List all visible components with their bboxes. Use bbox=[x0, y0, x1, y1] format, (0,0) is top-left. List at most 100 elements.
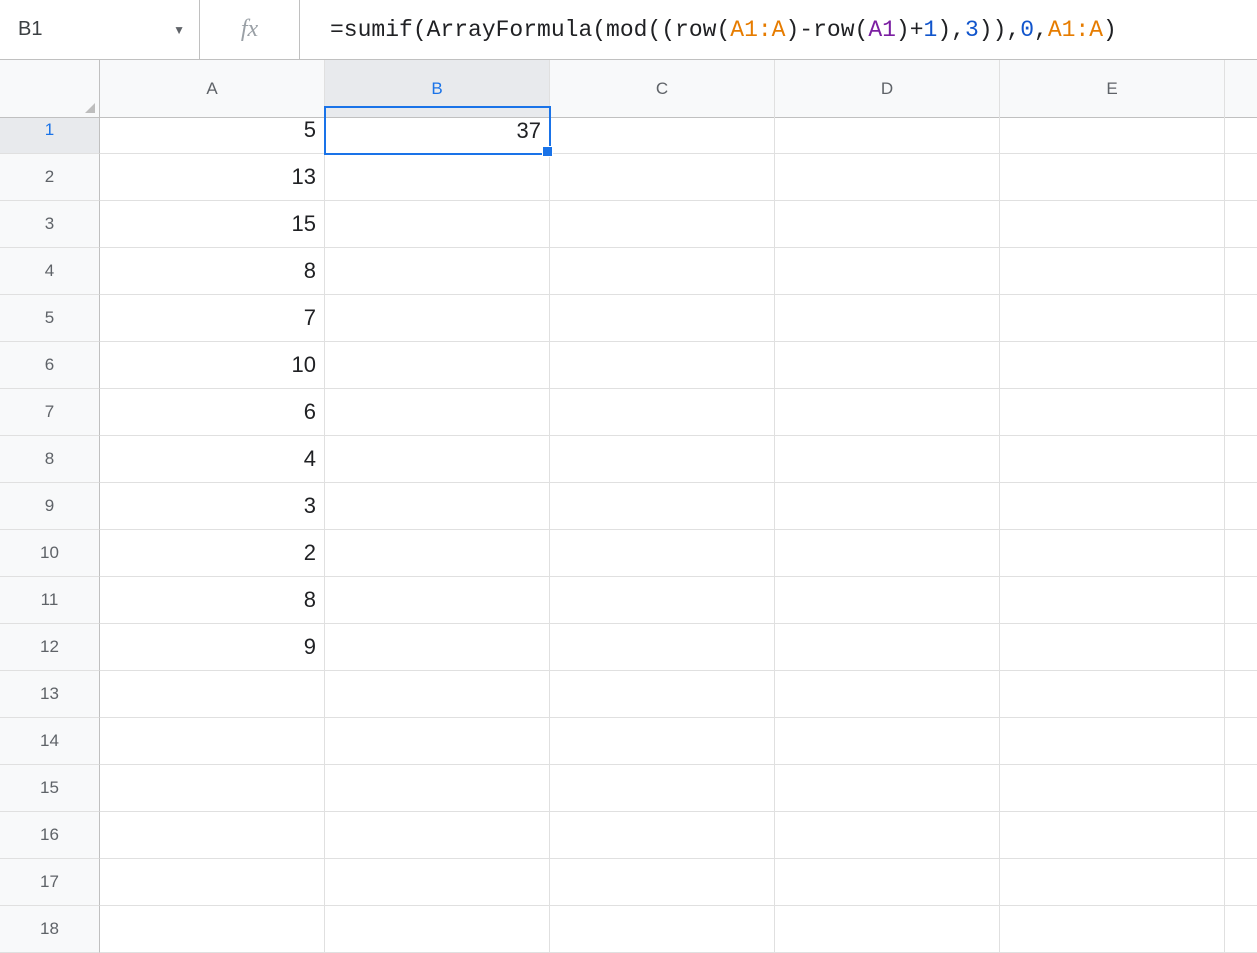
cell-A17[interactable] bbox=[100, 859, 325, 906]
cell-C17[interactable] bbox=[550, 859, 775, 906]
cell-D7[interactable] bbox=[775, 389, 1000, 436]
select-all-corner[interactable] bbox=[0, 60, 100, 118]
cell-A14[interactable] bbox=[100, 718, 325, 765]
cell-D12[interactable] bbox=[775, 624, 1000, 671]
cell-A12[interactable]: 9 bbox=[100, 624, 325, 671]
cell-partial-row-7[interactable] bbox=[1225, 389, 1257, 436]
cell-D18[interactable] bbox=[775, 906, 1000, 953]
cell-A5[interactable]: 7 bbox=[100, 295, 325, 342]
cell-C11[interactable] bbox=[550, 577, 775, 624]
cell-A2[interactable]: 13 bbox=[100, 154, 325, 201]
cell-B1[interactable]: 37 bbox=[324, 106, 551, 155]
cell-C15[interactable] bbox=[550, 765, 775, 812]
cell-A9[interactable]: 3 bbox=[100, 483, 325, 530]
cell-D8[interactable] bbox=[775, 436, 1000, 483]
cell-A11[interactable]: 8 bbox=[100, 577, 325, 624]
cell-E11[interactable] bbox=[1000, 577, 1225, 624]
cell-C16[interactable] bbox=[550, 812, 775, 859]
row-header-9[interactable]: 9 bbox=[0, 483, 100, 530]
cell-B7[interactable] bbox=[325, 389, 550, 436]
row-header-7[interactable]: 7 bbox=[0, 389, 100, 436]
cell-C5[interactable] bbox=[550, 295, 775, 342]
cell-E16[interactable] bbox=[1000, 812, 1225, 859]
cell-C12[interactable] bbox=[550, 624, 775, 671]
cell-partial-row-4[interactable] bbox=[1225, 248, 1257, 295]
cell-B17[interactable] bbox=[325, 859, 550, 906]
cell-B12[interactable] bbox=[325, 624, 550, 671]
cell-E17[interactable] bbox=[1000, 859, 1225, 906]
name-box[interactable]: B1 ▼ bbox=[0, 0, 200, 59]
cell-D6[interactable] bbox=[775, 342, 1000, 389]
cell-C10[interactable] bbox=[550, 530, 775, 577]
row-header-12[interactable]: 12 bbox=[0, 624, 100, 671]
cell-B8[interactable] bbox=[325, 436, 550, 483]
cell-E13[interactable] bbox=[1000, 671, 1225, 718]
formula-input[interactable]: =sumif(ArrayFormula(mod((row(A1:A)-row(A… bbox=[300, 0, 1257, 59]
cell-D9[interactable] bbox=[775, 483, 1000, 530]
cell-C4[interactable] bbox=[550, 248, 775, 295]
cell-E4[interactable] bbox=[1000, 248, 1225, 295]
cell-E15[interactable] bbox=[1000, 765, 1225, 812]
row-header-14[interactable]: 14 bbox=[0, 718, 100, 765]
cell-D2[interactable] bbox=[775, 154, 1000, 201]
cell-partial-row-3[interactable] bbox=[1225, 201, 1257, 248]
cell-E18[interactable] bbox=[1000, 906, 1225, 953]
cell-C14[interactable] bbox=[550, 718, 775, 765]
cell-partial-row-14[interactable] bbox=[1225, 718, 1257, 765]
cell-E2[interactable] bbox=[1000, 154, 1225, 201]
cell-C3[interactable] bbox=[550, 201, 775, 248]
row-header-8[interactable]: 8 bbox=[0, 436, 100, 483]
row-header-11[interactable]: 11 bbox=[0, 577, 100, 624]
cell-C7[interactable] bbox=[550, 389, 775, 436]
cell-A1[interactable]: 5 bbox=[100, 107, 325, 154]
cell-B4[interactable] bbox=[325, 248, 550, 295]
cell-A6[interactable]: 10 bbox=[100, 342, 325, 389]
cell-D1[interactable] bbox=[775, 107, 1000, 154]
cell-D13[interactable] bbox=[775, 671, 1000, 718]
cell-partial-row-6[interactable] bbox=[1225, 342, 1257, 389]
cell-E10[interactable] bbox=[1000, 530, 1225, 577]
cell-partial-row-2[interactable] bbox=[1225, 154, 1257, 201]
name-box-dropdown-icon[interactable]: ▼ bbox=[173, 23, 185, 37]
cell-D15[interactable] bbox=[775, 765, 1000, 812]
cell-C1[interactable] bbox=[550, 107, 775, 154]
cell-D5[interactable] bbox=[775, 295, 1000, 342]
cell-E6[interactable] bbox=[1000, 342, 1225, 389]
cell-E8[interactable] bbox=[1000, 436, 1225, 483]
row-header-17[interactable]: 17 bbox=[0, 859, 100, 906]
cell-A15[interactable] bbox=[100, 765, 325, 812]
row-header-16[interactable]: 16 bbox=[0, 812, 100, 859]
cell-E7[interactable] bbox=[1000, 389, 1225, 436]
cell-C13[interactable] bbox=[550, 671, 775, 718]
cell-B15[interactable] bbox=[325, 765, 550, 812]
cell-partial-row-17[interactable] bbox=[1225, 859, 1257, 906]
cell-B9[interactable] bbox=[325, 483, 550, 530]
cell-E12[interactable] bbox=[1000, 624, 1225, 671]
row-header-2[interactable]: 2 bbox=[0, 154, 100, 201]
cell-D14[interactable] bbox=[775, 718, 1000, 765]
cell-B14[interactable] bbox=[325, 718, 550, 765]
cell-A18[interactable] bbox=[100, 906, 325, 953]
cell-partial-row-11[interactable] bbox=[1225, 577, 1257, 624]
cell-D3[interactable] bbox=[775, 201, 1000, 248]
cell-B3[interactable] bbox=[325, 201, 550, 248]
cell-A4[interactable]: 8 bbox=[100, 248, 325, 295]
cell-A3[interactable]: 15 bbox=[100, 201, 325, 248]
cell-partial-row-12[interactable] bbox=[1225, 624, 1257, 671]
row-header-5[interactable]: 5 bbox=[0, 295, 100, 342]
row-header-4[interactable]: 4 bbox=[0, 248, 100, 295]
cell-partial-row-8[interactable] bbox=[1225, 436, 1257, 483]
cell-A13[interactable] bbox=[100, 671, 325, 718]
cell-E5[interactable] bbox=[1000, 295, 1225, 342]
cell-E3[interactable] bbox=[1000, 201, 1225, 248]
cell-partial-row-18[interactable] bbox=[1225, 906, 1257, 953]
cell-D10[interactable] bbox=[775, 530, 1000, 577]
cell-partial-row-1[interactable] bbox=[1225, 107, 1257, 154]
cell-E14[interactable] bbox=[1000, 718, 1225, 765]
cell-C8[interactable] bbox=[550, 436, 775, 483]
cell-A7[interactable]: 6 bbox=[100, 389, 325, 436]
cell-B2[interactable] bbox=[325, 154, 550, 201]
cell-A10[interactable]: 2 bbox=[100, 530, 325, 577]
cell-partial-row-9[interactable] bbox=[1225, 483, 1257, 530]
cell-partial-row-15[interactable] bbox=[1225, 765, 1257, 812]
